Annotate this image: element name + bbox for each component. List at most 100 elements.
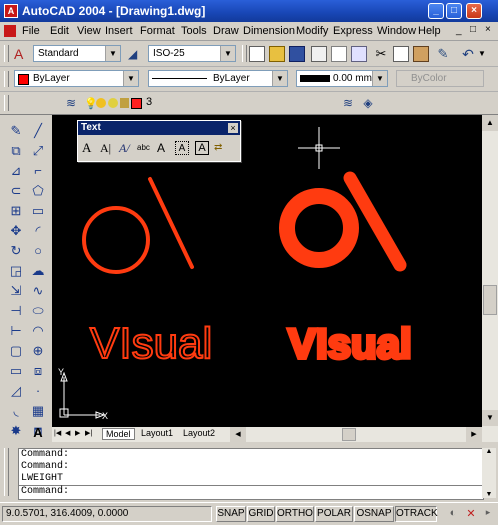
linetype-select[interactable]: ByLayer ▼ xyxy=(148,70,288,87)
make-current-layer-icon[interactable]: ≋ xyxy=(340,95,356,111)
mirror-icon[interactable]: ⊿ xyxy=(8,163,24,179)
text-style-icon[interactable]: A xyxy=(157,141,171,155)
move-icon[interactable]: ✥ xyxy=(8,223,24,239)
multiline-text-icon[interactable]: A xyxy=(30,425,46,441)
close-icon[interactable]: × xyxy=(466,3,482,19)
polar-toggle[interactable]: POLAR xyxy=(315,506,353,522)
plotstyle-select[interactable]: ByColor xyxy=(396,70,484,87)
rotate-icon[interactable]: ↻ xyxy=(8,243,24,259)
menu-file[interactable]: File xyxy=(22,25,40,37)
copy-icon[interactable] xyxy=(393,46,409,62)
toolbar-grip[interactable] xyxy=(4,45,9,62)
array-icon[interactable]: ⊞ xyxy=(8,203,24,219)
coordinates-display[interactable]: 9.0.5701, 316.4009, 0.0000 xyxy=(2,506,212,522)
copy-object-icon[interactable]: ⧉ xyxy=(8,143,24,159)
menu-draw[interactable]: Draw xyxy=(213,25,239,37)
justify-text-icon[interactable]: A xyxy=(195,141,209,155)
text-toolbar-title[interactable]: Text xyxy=(78,121,240,135)
arc-icon[interactable]: ◜ xyxy=(30,223,46,239)
scroll-up-icon[interactable]: ▲ xyxy=(482,448,496,455)
menu-tools[interactable]: Tools xyxy=(181,25,207,37)
menu-help[interactable]: Help xyxy=(418,25,441,37)
ortho-toggle[interactable]: ORTHO xyxy=(276,506,314,522)
scale-text-icon[interactable]: A xyxy=(175,141,189,155)
status-menu-icon[interactable]: ▸ xyxy=(482,507,494,521)
menu-edit[interactable]: Edit xyxy=(50,25,69,37)
visual-text-normal[interactable]: VIsual xyxy=(89,318,213,369)
first-tab-icon[interactable]: |◀ xyxy=(54,429,61,437)
doc-restore-icon[interactable]: □ xyxy=(470,24,476,35)
menu-modify[interactable]: Modify xyxy=(296,25,328,37)
layer-select[interactable]: 💡 3 xyxy=(84,95,274,111)
minimize-icon[interactable]: _ xyxy=(428,3,444,19)
paste-icon[interactable] xyxy=(413,46,429,62)
publish-icon[interactable] xyxy=(351,46,367,62)
vertical-scrollbar[interactable]: ▲ ▼ xyxy=(482,115,498,442)
undo-dropdown-icon[interactable]: ▼ xyxy=(478,46,494,62)
scroll-down-icon[interactable]: ▼ xyxy=(482,491,496,498)
chevron-down-icon[interactable]: ▼ xyxy=(123,71,138,86)
otrack-toggle[interactable]: OTRACK xyxy=(395,506,438,522)
fillet-icon[interactable]: ◟ xyxy=(8,403,24,419)
thick-circle[interactable] xyxy=(279,188,359,268)
stretch-icon[interactable]: ⇲ xyxy=(8,283,24,299)
lineweight-select[interactable]: 0.00 mm ▼ xyxy=(296,70,388,87)
thin-slash-line[interactable] xyxy=(148,177,194,269)
menu-dimension[interactable]: Dimension xyxy=(243,25,295,37)
convert-distance-icon[interactable]: ⇄ xyxy=(214,141,228,155)
tab-layout1[interactable]: Layout1 xyxy=(138,428,176,438)
chamfer-icon[interactable]: ◿ xyxy=(8,383,24,399)
chevron-down-icon[interactable]: ▼ xyxy=(372,71,387,86)
close-icon[interactable]: × xyxy=(228,123,238,133)
dim-style-select[interactable]: ISO-25 ▼ xyxy=(148,45,236,62)
find-replace-icon[interactable]: abc xyxy=(137,141,153,155)
tab-model[interactable]: Model xyxy=(102,428,135,440)
print-icon[interactable] xyxy=(311,46,327,62)
command-history[interactable]: Command: Command: LWEIGHT Command: xyxy=(18,448,484,500)
last-tab-icon[interactable]: ▶| xyxy=(85,429,92,437)
menu-format[interactable]: Format xyxy=(140,25,175,37)
line-icon[interactable]: ╱ xyxy=(30,123,46,139)
explode-icon[interactable]: ✸ xyxy=(8,423,24,439)
snap-toggle[interactable]: SNAP xyxy=(216,506,246,522)
join-icon[interactable]: ▭ xyxy=(8,363,24,379)
communication-center-icon[interactable]: ◐ xyxy=(446,507,460,521)
command-prompt[interactable]: Command: xyxy=(19,485,483,498)
sun-icon[interactable] xyxy=(96,98,106,108)
chevron-down-icon[interactable]: ▼ xyxy=(105,46,120,61)
circle-icon[interactable]: ○ xyxy=(30,243,46,259)
doc-minimize-icon[interactable]: _ xyxy=(456,25,462,36)
cut-icon[interactable]: ✂ xyxy=(373,46,389,62)
chevron-down-icon[interactable]: ▼ xyxy=(220,46,235,61)
prev-tab-icon[interactable]: ◀ xyxy=(65,429,70,437)
undo-icon[interactable]: ↶ xyxy=(460,46,476,62)
break-icon[interactable]: ▢ xyxy=(8,343,24,359)
spline-icon[interactable]: ∿ xyxy=(30,283,46,299)
match-properties-icon[interactable]: ✎ xyxy=(435,46,451,62)
save-icon[interactable] xyxy=(289,46,305,62)
thin-circle[interactable] xyxy=(82,206,150,274)
toolbar-grip[interactable] xyxy=(4,95,9,111)
new-icon[interactable] xyxy=(249,46,265,62)
doc-close-icon[interactable]: × xyxy=(485,24,491,35)
osnap-toggle[interactable]: OSNAP xyxy=(354,506,394,522)
scale-icon[interactable]: ◲ xyxy=(8,263,24,279)
insert-block-icon[interactable]: ⊕ xyxy=(30,343,46,359)
layer-previous-icon[interactable]: ◈ xyxy=(360,95,376,111)
color-select[interactable]: ByLayer ▼ xyxy=(14,70,139,87)
ellipse-arc-icon[interactable]: ◠ xyxy=(30,323,46,339)
text-style-select[interactable]: Standard ▼ xyxy=(33,45,121,62)
horizontal-scroll-thumb[interactable] xyxy=(342,428,356,441)
visual-text-bold[interactable]: VIsual xyxy=(286,318,414,369)
menu-view[interactable]: View xyxy=(77,25,101,37)
vertical-scroll-thumb[interactable] xyxy=(483,285,497,315)
plot-preview-icon[interactable] xyxy=(331,46,347,62)
menu-window[interactable]: Window xyxy=(377,25,416,37)
tab-layout2[interactable]: Layout2 xyxy=(180,428,218,438)
erase-icon[interactable]: ✎ xyxy=(8,123,24,139)
make-block-icon[interactable]: ⧈ xyxy=(30,363,46,379)
command-grip[interactable] xyxy=(4,448,9,496)
command-scrollbar[interactable]: ▲ ▼ xyxy=(482,448,496,498)
alert-icon[interactable]: ✕ xyxy=(464,507,478,521)
trim-icon[interactable]: ⊣ xyxy=(8,303,24,319)
